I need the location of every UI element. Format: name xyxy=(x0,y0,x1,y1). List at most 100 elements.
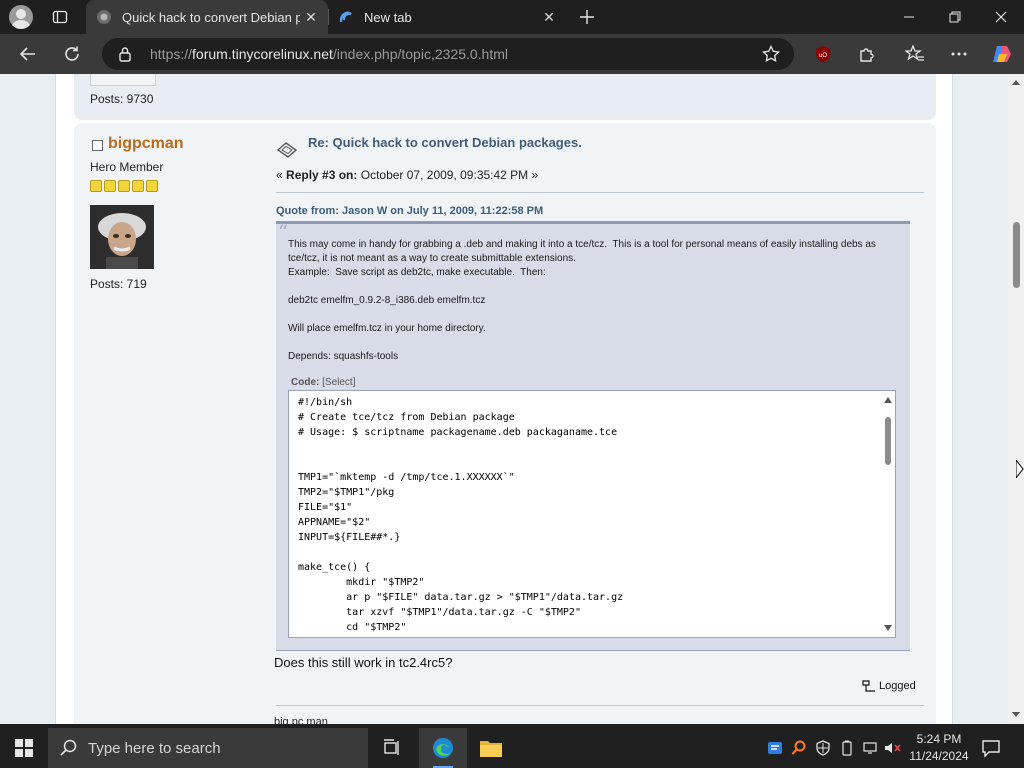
quote-line: This may come in handy for grabbing a .d… xyxy=(288,239,879,264)
post-header: Re: Quick hack to convert Debian package… xyxy=(276,135,924,193)
url-text[interactable]: https://forum.tinycorelinux.net/index.ph… xyxy=(150,46,508,62)
code-select-link[interactable]: [Select] xyxy=(322,377,355,388)
tab-close-icon[interactable]: ✕ xyxy=(300,6,322,28)
search-placeholder: Type here to search xyxy=(88,739,221,757)
new-tab-plus-icon[interactable] xyxy=(576,6,598,28)
back-arrow-icon[interactable] xyxy=(15,42,41,66)
close-window-icon[interactable] xyxy=(978,0,1024,34)
previous-post: Posts: 9730 xyxy=(74,74,936,120)
forum-post: bigpcman Hero Member Posts: 719 Re: Quic… xyxy=(74,123,936,724)
scroll-up-arrow-icon[interactable] xyxy=(1012,80,1020,85)
address-bar[interactable]: https://forum.tinycorelinux.net/index.ph… xyxy=(102,38,794,70)
restore-icon[interactable] xyxy=(932,0,978,34)
tab-active[interactable]: Quick hack to convert Debian pac ✕ xyxy=(86,0,328,34)
tray-search-app-icon[interactable] xyxy=(790,739,808,757)
reply-number: Reply #3 on: xyxy=(286,168,358,182)
web-page: Posts: 9730 bigpcman Hero Member Posts: … xyxy=(0,74,1008,724)
quote-line: deb2tc emelfm_0.9.2-8_i386.deb emelfm.tc… xyxy=(288,295,486,306)
signature: big pc man xyxy=(274,716,328,724)
star-icon xyxy=(104,180,116,192)
quote-line xyxy=(288,308,898,322)
forum-favicon-icon xyxy=(97,10,111,24)
tab-close-icon[interactable]: ✕ xyxy=(538,6,560,28)
star-icon xyxy=(146,180,158,192)
poster-rank: Hero Member xyxy=(90,160,164,174)
windows-start-icon[interactable] xyxy=(0,728,48,768)
ublock-origin-icon[interactable]: uO xyxy=(810,42,836,66)
tab-new[interactable]: New tab ✕ xyxy=(328,0,566,34)
tab-strip: Quick hack to convert Debian pac ✕ New t… xyxy=(0,0,1024,34)
tab-title: Quick hack to convert Debian pac xyxy=(122,9,300,25)
online-status-icon xyxy=(92,140,103,151)
quote-line xyxy=(288,336,898,350)
mouse-cursor-icon xyxy=(1016,460,1024,478)
scroll-thumb[interactable] xyxy=(885,417,891,465)
svg-text:uO: uO xyxy=(819,53,827,59)
logged-text: Logged xyxy=(879,680,916,692)
poster-avatar xyxy=(90,205,154,269)
minimize-icon[interactable] xyxy=(886,0,932,34)
battery-icon[interactable] xyxy=(838,739,856,757)
quote-block: “ This may come in handy for grabbing a … xyxy=(276,220,910,651)
poster-posts-count: Posts: 719 xyxy=(90,277,147,291)
forum-container: Posts: 9730 bigpcman Hero Member Posts: … xyxy=(55,74,953,724)
star-icon xyxy=(132,180,144,192)
reply-date: October 07, 2009, 09:35:42 PM » xyxy=(360,168,539,182)
code-box[interactable]: #!/bin/sh # Create tce/tcz from Debian p… xyxy=(288,390,896,638)
notification-center-icon[interactable] xyxy=(980,738,1002,758)
volume-muted-icon[interactable] xyxy=(884,739,902,757)
add-favorite-star-icon[interactable] xyxy=(762,45,780,63)
security-shield-icon[interactable] xyxy=(814,739,832,757)
previous-poster-avatar xyxy=(90,74,156,86)
quote-line: Depends: squashfs-tools xyxy=(288,351,399,362)
post-body: Does this still work in tc2.4rc5? xyxy=(274,655,453,670)
screen: Quick hack to convert Debian pac ✕ New t… xyxy=(0,0,1024,768)
profile-avatar-icon[interactable] xyxy=(9,5,33,29)
network-icon[interactable] xyxy=(862,739,880,757)
quote-mark-icon: “ xyxy=(278,220,289,244)
copilot-icon[interactable] xyxy=(989,42,1015,66)
clock-time: 5:24 PM xyxy=(916,732,962,746)
star-icon xyxy=(90,180,102,192)
scroll-down-arrow-icon[interactable] xyxy=(1012,712,1020,717)
signature-divider xyxy=(276,705,924,706)
extensions-puzzle-icon[interactable] xyxy=(854,42,880,66)
code-scrollbar[interactable] xyxy=(881,391,895,637)
reply-line: « Reply #3 on: October 07, 2009, 09:35:4… xyxy=(276,168,539,182)
tab-actions-icon[interactable] xyxy=(48,6,72,28)
system-clock[interactable]: 5:24 PM 11/24/2024 xyxy=(906,731,972,765)
poster-name-link[interactable]: bigpcman xyxy=(108,135,184,153)
scroll-down-arrow-icon[interactable] xyxy=(884,625,892,631)
lock-icon[interactable] xyxy=(118,46,132,62)
star-icon xyxy=(118,180,130,192)
tab-separator xyxy=(328,9,329,25)
refresh-icon[interactable] xyxy=(59,42,85,66)
task-view-icon[interactable] xyxy=(368,728,416,768)
code-content: #!/bin/sh # Create tce/tcz from Debian p… xyxy=(298,397,624,633)
quote-line: Example: Save script as deb2tc, make exe… xyxy=(288,267,546,278)
more-menu-icon[interactable] xyxy=(946,42,972,66)
clock-date: 11/24/2024 xyxy=(909,749,969,763)
tab-title: New tab xyxy=(364,9,412,25)
rank-stars xyxy=(90,180,158,192)
quote-header-link[interactable]: Quote from: Jason W on July 11, 2009, 11… xyxy=(276,205,910,217)
favorites-icon[interactable] xyxy=(902,42,928,66)
topic-xx-icon xyxy=(276,142,298,158)
quote-line: Will place emelfm.tcz in your home direc… xyxy=(288,323,486,334)
taskbar: Type here to search 5:24 PM 11/24/2024 xyxy=(0,728,1024,768)
taskbar-search-box[interactable]: Type here to search xyxy=(48,728,368,768)
previous-poster-posts: Posts: 9730 xyxy=(90,92,154,106)
scroll-up-arrow-icon[interactable] xyxy=(884,397,892,403)
scroll-thumb[interactable] xyxy=(1013,222,1020,288)
page-scrollbar[interactable] xyxy=(1008,74,1024,724)
code-label: Code: [Select] xyxy=(291,377,356,388)
file-explorer-icon[interactable] xyxy=(467,728,515,768)
tray-app-icon[interactable] xyxy=(766,739,784,757)
edge-taskbar-icon[interactable] xyxy=(419,728,467,768)
search-icon xyxy=(60,739,77,756)
post-title-link[interactable]: Re: Quick hack to convert Debian package… xyxy=(308,135,608,151)
ip-logged-icon xyxy=(862,680,875,692)
quote-text: This may come in handy for grabbing a .d… xyxy=(288,238,898,364)
edge-newtab-icon xyxy=(339,11,352,23)
quote-line xyxy=(288,280,898,294)
